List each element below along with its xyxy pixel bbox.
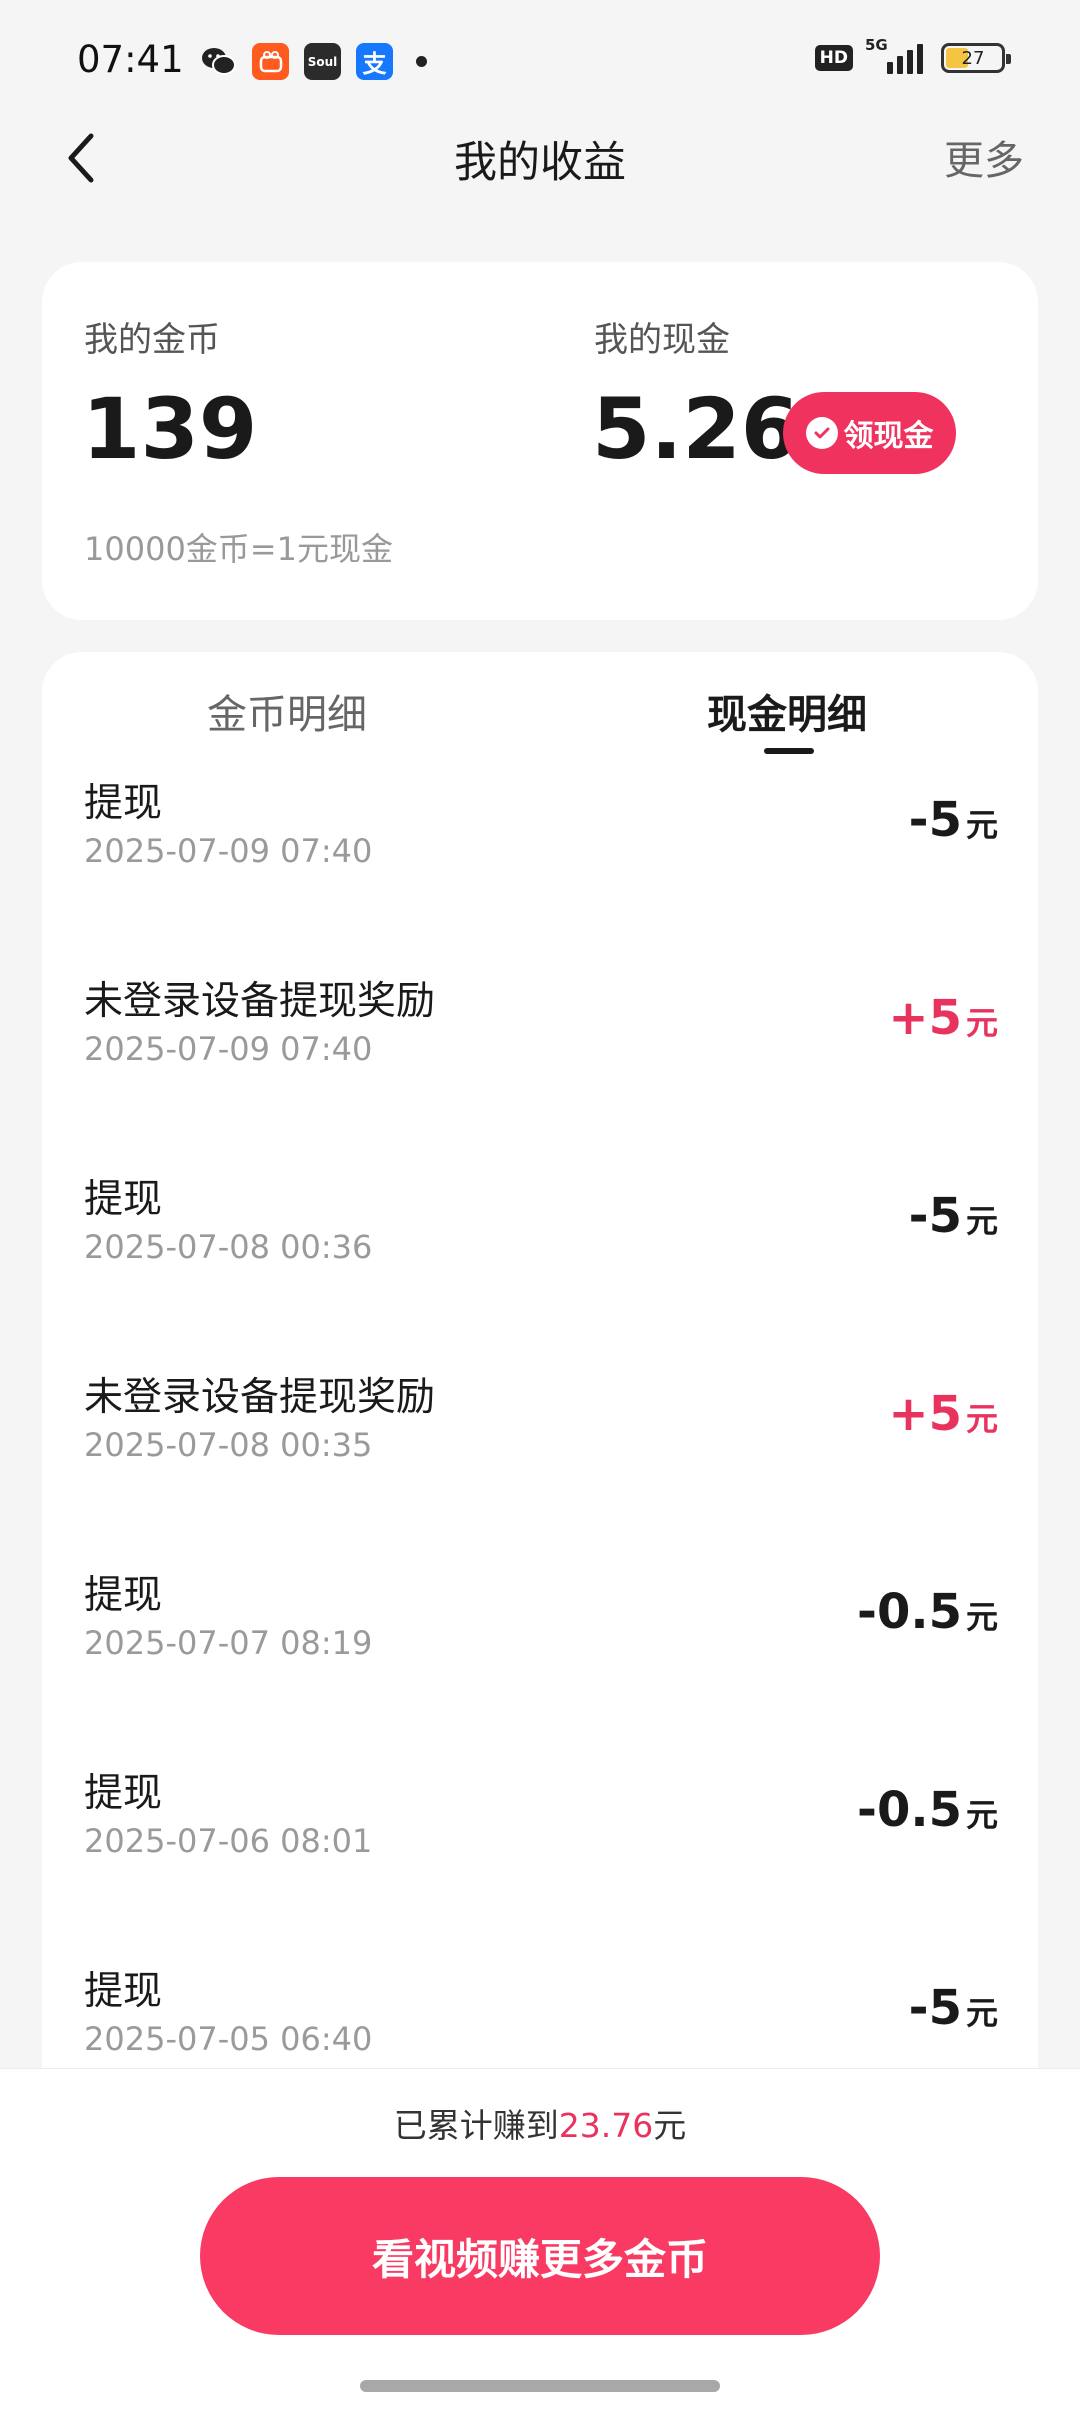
home-indicator[interactable] bbox=[360, 2380, 720, 2392]
notification-icons: Soul 支 bbox=[200, 43, 427, 80]
more-button[interactable]: 更多 bbox=[944, 128, 1024, 186]
amount-unit: 元 bbox=[965, 806, 998, 844]
exchange-rate-text: 10000金币=1元现金 bbox=[84, 530, 393, 568]
transaction-amount: -0.5 元 bbox=[857, 1782, 998, 1838]
transaction-title: 未登录设备提现奖励 bbox=[84, 1375, 436, 1420]
transaction-amount: -5 元 bbox=[909, 792, 998, 848]
amount-value: +5 bbox=[888, 990, 962, 1046]
hd-voice-icon: HD bbox=[814, 45, 853, 71]
transaction-time: 2025-07-09 07:40 bbox=[84, 832, 373, 870]
amount-unit: 元 bbox=[965, 1202, 998, 1240]
claim-cash-button[interactable]: 领现金 bbox=[783, 392, 956, 474]
transaction-amount: -0.5 元 bbox=[857, 1584, 998, 1640]
cash-value: 5.26 bbox=[592, 380, 800, 478]
total-earned-text: 已累计赚到23.76元 bbox=[0, 2099, 1080, 2147]
amount-unit: 元 bbox=[965, 1400, 998, 1438]
transaction-amount: +5 元 bbox=[888, 1386, 998, 1442]
amount-value: -5 bbox=[908, 1188, 962, 1244]
transaction-title: 提现 bbox=[84, 1771, 163, 1816]
cash-label: 我的现金 bbox=[594, 320, 730, 360]
transaction-time: 2025-07-05 06:40 bbox=[84, 2020, 373, 2058]
transaction-title: 未登录设备提现奖励 bbox=[84, 979, 436, 1024]
active-tab-indicator bbox=[764, 748, 814, 754]
list-item: 未登录设备提现奖励 2025-07-08 00:35 +5 元 bbox=[42, 1366, 1038, 1564]
kuaishou-icon bbox=[252, 43, 289, 80]
transaction-list: 提现 2025-07-09 07:40 -5 元 未登录设备提现奖励 2025-0… bbox=[42, 772, 1038, 2072]
total-prefix: 已累计赚到 bbox=[393, 2106, 559, 2145]
total-value: 23.76 bbox=[558, 2106, 654, 2145]
wechat-icon bbox=[200, 43, 237, 80]
more-notifications-dot bbox=[416, 56, 427, 67]
page-title: 我的收益 bbox=[454, 138, 626, 188]
amount-value: -0.5 bbox=[857, 1782, 962, 1838]
transaction-title: 提现 bbox=[84, 1573, 163, 1618]
transaction-amount: -5 元 bbox=[909, 1188, 998, 1244]
amount-unit: 元 bbox=[965, 1796, 998, 1834]
tab-cash-detail[interactable]: 现金明细 bbox=[707, 682, 867, 740]
amount-unit: 元 bbox=[965, 1994, 998, 2032]
page-header: 我的收益 更多 bbox=[0, 120, 1080, 195]
list-item: 未登录设备提现奖励 2025-07-09 07:40 +5 元 bbox=[42, 970, 1038, 1168]
soul-icon: Soul bbox=[304, 43, 341, 80]
transaction-time: 2025-07-08 00:35 bbox=[84, 1426, 373, 1464]
list-item: 提现 2025-07-08 00:36 -5 元 bbox=[42, 1168, 1038, 1366]
list-item: 提现 2025-07-06 08:01 -0.5 元 bbox=[42, 1762, 1038, 1960]
amount-value: -0.5 bbox=[857, 1584, 962, 1640]
transaction-time: 2025-07-08 00:36 bbox=[84, 1228, 373, 1266]
total-suffix: 元 bbox=[653, 2106, 687, 2145]
bottom-bar: 已累计赚到23.76元 看视频赚更多金币 bbox=[0, 2068, 1080, 2412]
transaction-amount: +5 元 bbox=[888, 990, 998, 1046]
alipay-icon: 支 bbox=[356, 43, 393, 80]
amount-value: +5 bbox=[888, 1386, 962, 1442]
list-item: 提现 2025-07-05 06:40 -5 元 bbox=[42, 1960, 1038, 2072]
balance-card: 我的金币 139 我的现金 5.26 领现金 10000金币=1元现金 bbox=[42, 262, 1038, 620]
signal-5g-icon: 5G bbox=[865, 36, 923, 74]
status-bar: 07:41 Soul 支 HD 5G 27 bbox=[0, 0, 1080, 125]
transaction-title: 提现 bbox=[84, 1177, 163, 1222]
transaction-time: 2025-07-07 08:19 bbox=[84, 1624, 373, 1662]
list-item: 提现 2025-07-07 08:19 -0.5 元 bbox=[42, 1564, 1038, 1762]
battery-level: 27 bbox=[961, 47, 985, 69]
transaction-time: 2025-07-09 07:40 bbox=[84, 1030, 373, 1068]
coins-label: 我的金币 bbox=[84, 320, 220, 360]
coins-value: 139 bbox=[82, 380, 258, 478]
system-indicators: HD 5G 27 bbox=[814, 36, 1011, 74]
transaction-title: 提现 bbox=[84, 781, 163, 826]
wechat-pay-icon bbox=[805, 417, 838, 449]
network-type-label: 5G bbox=[865, 36, 888, 54]
watch-video-button[interactable]: 看视频赚更多金币 bbox=[200, 2177, 880, 2335]
transaction-amount: -5 元 bbox=[909, 1980, 998, 2036]
battery-icon: 27 bbox=[941, 43, 1011, 73]
amount-unit: 元 bbox=[965, 1004, 998, 1042]
list-item: 提现 2025-07-09 07:40 -5 元 bbox=[42, 772, 1038, 970]
transaction-title: 提现 bbox=[84, 1969, 163, 2014]
transaction-time: 2025-07-06 08:01 bbox=[84, 1822, 373, 1860]
details-card: 金币明细 现金明细 提现 2025-07-09 07:40 -5 元 未登录设备提… bbox=[42, 652, 1038, 2072]
amount-value: -5 bbox=[908, 1980, 962, 2036]
tab-coin-detail[interactable]: 金币明细 bbox=[207, 682, 367, 740]
amount-unit: 元 bbox=[965, 1598, 998, 1636]
claim-cash-label: 领现金 bbox=[843, 419, 934, 454]
status-time: 07:41 bbox=[77, 38, 184, 81]
amount-value: -5 bbox=[908, 792, 962, 848]
